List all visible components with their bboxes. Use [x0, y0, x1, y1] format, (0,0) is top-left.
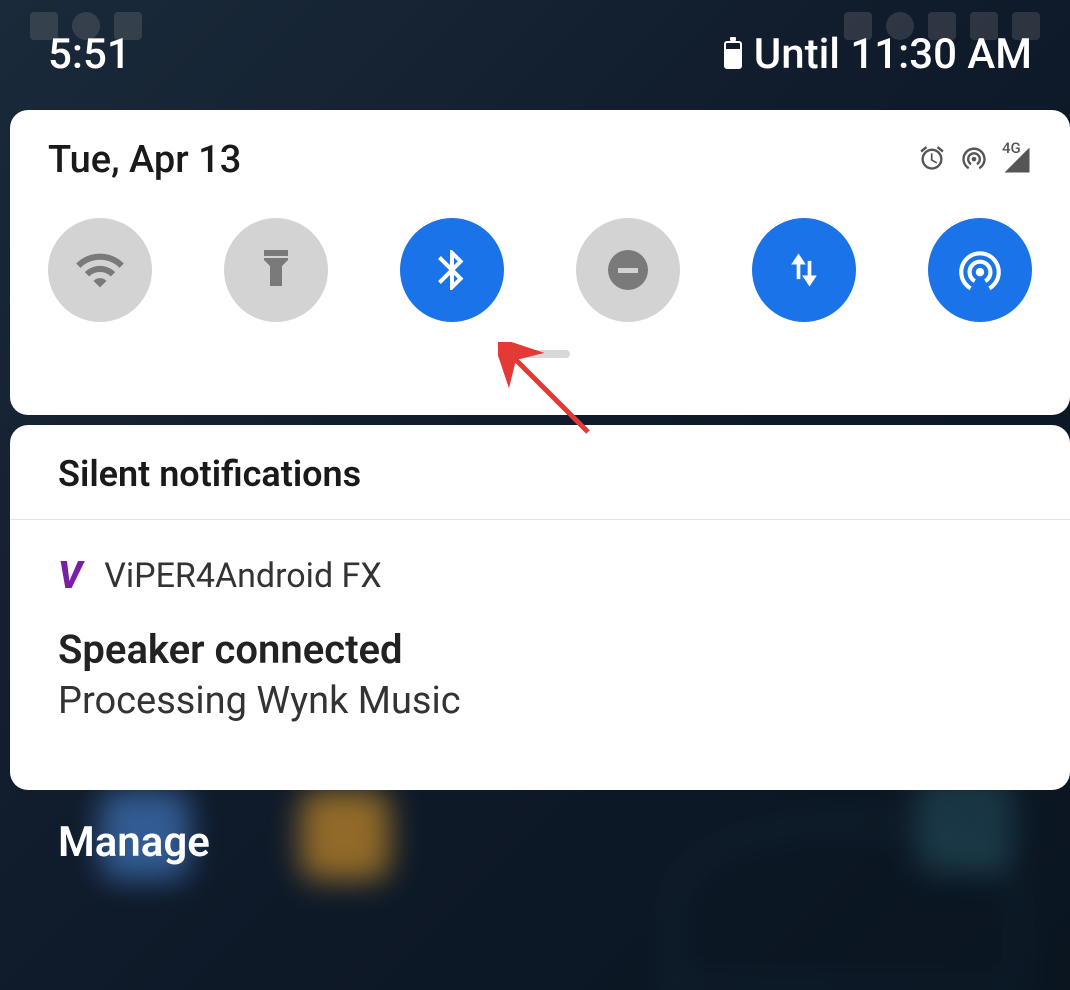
notification-title: Speaker connected	[58, 626, 1022, 673]
network-type-label: 4G	[1002, 139, 1021, 157]
wifi-tile[interactable]	[48, 218, 152, 322]
battery-until-text: Until 11:30 AM	[754, 30, 1032, 79]
app-name: ViPER4Android FX	[104, 556, 381, 596]
notification-item[interactable]: V ViPER4Android FX Speaker connected Pro…	[10, 520, 1070, 759]
manage-button[interactable]: Manage	[58, 818, 210, 867]
notification-text: Processing Wynk Music	[58, 679, 1022, 723]
clock-time: 5:51	[48, 30, 131, 79]
hotspot-status-icon	[960, 144, 988, 176]
notifications-panel: Silent notifications V ViPER4Android FX …	[10, 425, 1070, 790]
battery-icon	[724, 41, 742, 69]
alarm-icon	[918, 144, 946, 176]
date-label[interactable]: Tue, Apr 13	[48, 138, 241, 182]
battery-status: Until 11:30 AM	[724, 30, 1032, 79]
status-bar: 5:51 Until 11:30 AM	[0, 30, 1070, 79]
hotspot-tile[interactable]	[928, 218, 1032, 322]
flashlight-tile[interactable]	[224, 218, 328, 322]
status-icons: 4G	[918, 144, 1032, 176]
expand-handle[interactable]	[510, 350, 570, 358]
dnd-tile[interactable]	[576, 218, 680, 322]
quick-settings-tiles	[48, 218, 1032, 322]
quick-settings-panel: Tue, Apr 13 4G	[10, 110, 1070, 415]
app-icon: V	[58, 557, 82, 595]
bluetooth-tile[interactable]	[400, 218, 504, 322]
notifications-section-title: Silent notifications	[10, 425, 1070, 520]
mobile-data-tile[interactable]	[752, 218, 856, 322]
cellular-signal-icon: 4G	[1002, 147, 1032, 173]
